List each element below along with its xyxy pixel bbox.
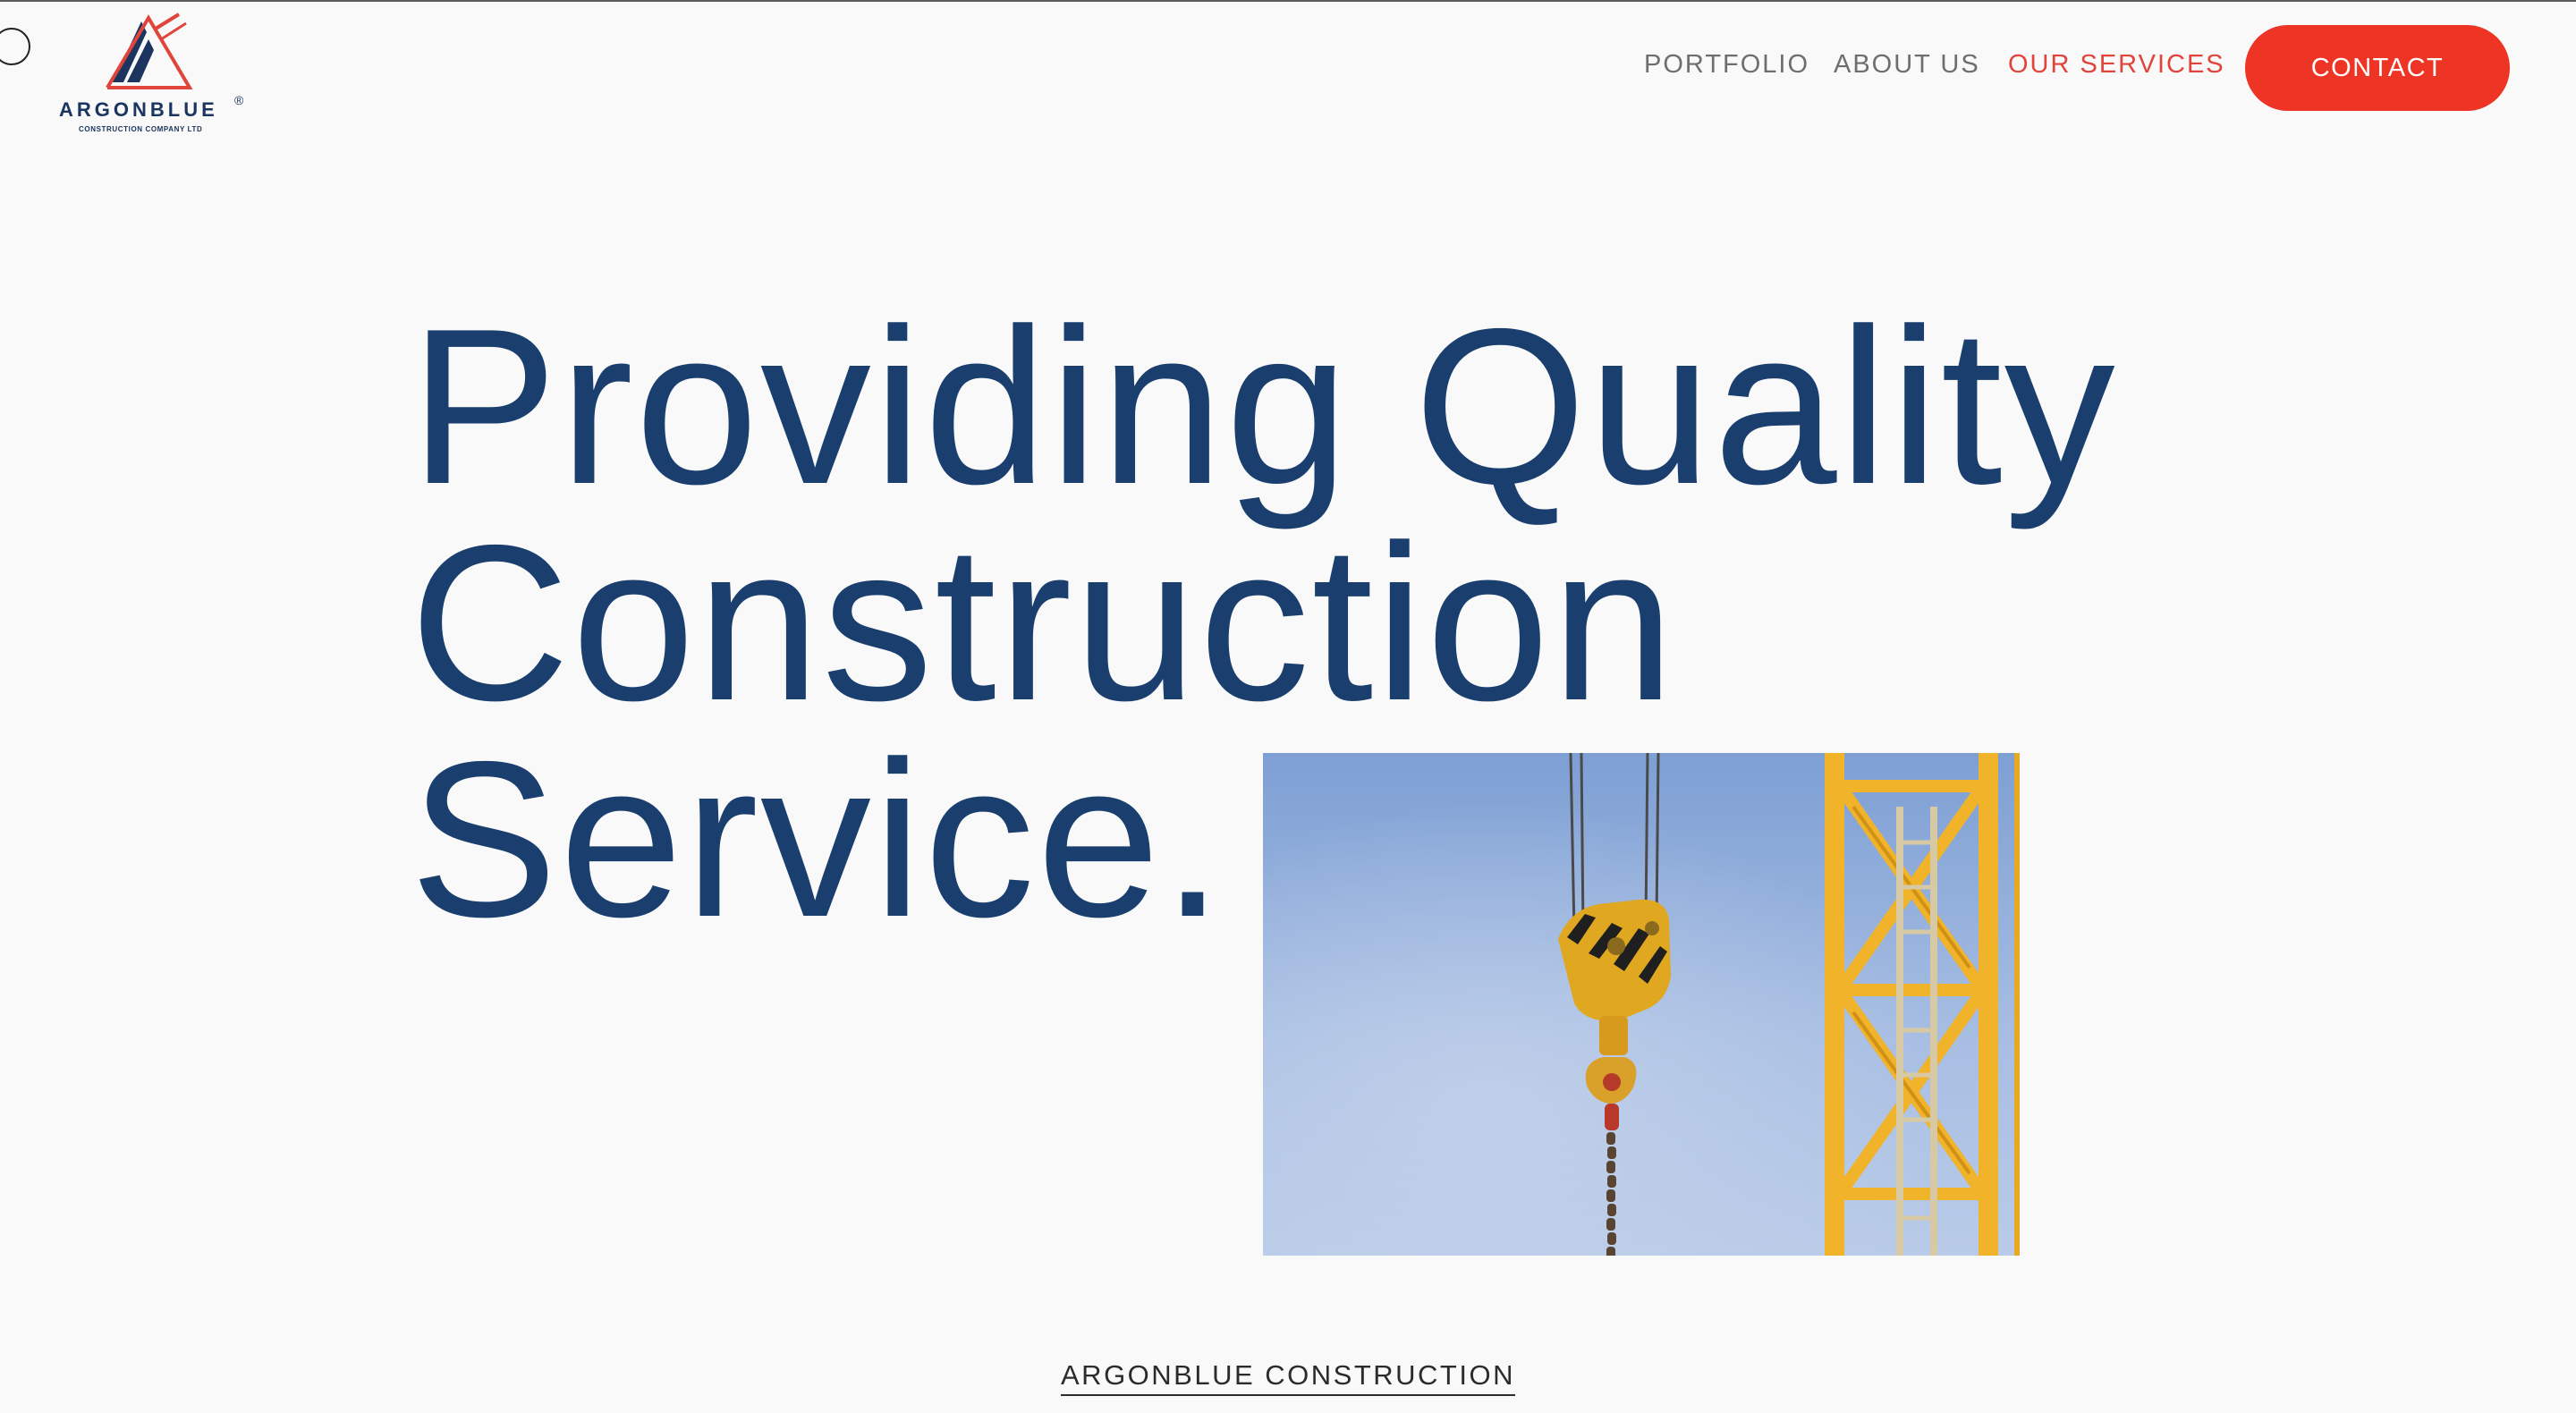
contact-button[interactable]: CONTACT [2245, 25, 2510, 111]
hero-headline-line-1: Providing Quality [410, 282, 2117, 530]
nav-item-our-services[interactable]: OUR SERVICES [2008, 48, 2225, 80]
hero-headline-line-2: Construction [410, 498, 1677, 747]
main-nav: PORTFOLIO ABOUT US OUR SERVICES [0, 48, 2576, 80]
logo-registered-mark: ® [234, 93, 244, 107]
hero-headline-line-3: Service. [410, 715, 1225, 963]
crane-hook-photo [1263, 753, 2020, 1256]
logo-tagline: CONSTRUCTION COMPANY LTD [79, 125, 203, 133]
footer-brand-link[interactable]: ARGONBLUE CONSTRUCTION [1061, 1359, 1515, 1396]
nav-item-about-us[interactable]: ABOUT US [1834, 48, 1980, 80]
top-border [0, 0, 2576, 2]
footer-brand-link-wrapper: ARGONBLUE CONSTRUCTION [0, 1359, 2576, 1396]
logo-wordmark: ARGONBLUE [59, 98, 218, 121]
nav-item-portfolio[interactable]: PORTFOLIO [1644, 48, 1809, 80]
